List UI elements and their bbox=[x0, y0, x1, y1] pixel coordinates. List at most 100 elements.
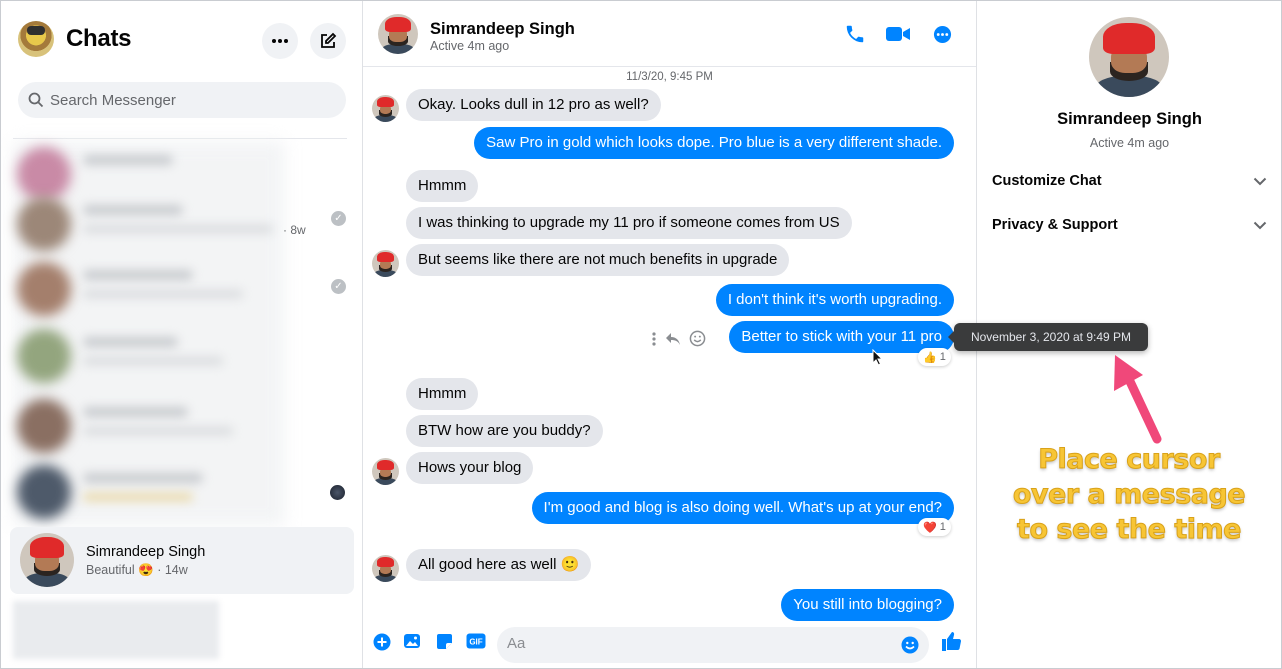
seen-avatar bbox=[330, 485, 345, 500]
message-bubble-outgoing[interactable]: Saw Pro in gold which looks dope. Pro bl… bbox=[474, 127, 954, 159]
chat-list-item-active[interactable]: Simrandeep Singh Beautiful 😍 · 14w bbox=[10, 527, 354, 594]
search-icon bbox=[28, 92, 44, 108]
reply-icon[interactable] bbox=[665, 332, 681, 346]
contact-avatar[interactable] bbox=[378, 14, 418, 54]
avatar bbox=[17, 465, 71, 519]
add-plus-icon[interactable] bbox=[373, 633, 391, 651]
message-bubble-incoming[interactable]: Okay. Looks dull in 12 pro as well? bbox=[406, 89, 661, 121]
sender-avatar bbox=[372, 250, 399, 277]
sidebar-title: Chats bbox=[66, 25, 132, 52]
sender-avatar bbox=[372, 555, 399, 582]
read-check-icon: ✓ bbox=[331, 279, 346, 294]
video-call-icon[interactable] bbox=[885, 24, 911, 44]
chat-list-item[interactable] bbox=[13, 601, 219, 659]
blurred-text bbox=[83, 225, 273, 233]
annotation-line: to see the time bbox=[1017, 514, 1242, 546]
blurred-text bbox=[83, 270, 193, 280]
message-bubble-incoming[interactable]: All good here as well 🙂 bbox=[406, 549, 592, 581]
phone-icon[interactable] bbox=[844, 23, 866, 45]
message-bubble-incoming[interactable]: Hows your blog bbox=[406, 452, 534, 484]
message-list: 11/3/20, 9:45 PM Okay. Looks dull in 12 … bbox=[363, 68, 976, 621]
thumbs-up-send-icon[interactable] bbox=[940, 630, 962, 652]
message-bubble-outgoing[interactable]: You still into blogging? bbox=[781, 589, 954, 621]
chat-list-item[interactable] bbox=[13, 256, 333, 320]
message-reaction[interactable]: 👍 1 bbox=[918, 348, 951, 366]
message-bubble-outgoing[interactable]: I'm good and blog is also doing well. Wh… bbox=[531, 492, 954, 524]
chevron-down-icon bbox=[1253, 177, 1267, 185]
contact-status: Active 4m ago bbox=[430, 39, 510, 53]
message-bubble-incoming[interactable]: Hmmm bbox=[406, 378, 479, 410]
divider bbox=[13, 138, 347, 139]
conversation-panel: Simrandeep Singh Active 4m ago 11/3/20, … bbox=[363, 1, 976, 668]
emoji-picker-icon[interactable] bbox=[901, 636, 919, 654]
privacy-support-label: Privacy & Support bbox=[992, 217, 1118, 233]
reaction-count: 1 bbox=[939, 521, 946, 533]
chat-preview: Beautiful 😍 · 14w bbox=[86, 563, 188, 578]
message-input[interactable] bbox=[507, 635, 887, 652]
compose-icon bbox=[321, 32, 337, 48]
message-time-tooltip: November 3, 2020 at 9:49 PM bbox=[948, 323, 1148, 351]
chat-time: · 14w bbox=[157, 563, 188, 577]
annotation-line: over a message bbox=[1012, 479, 1246, 511]
customize-chat-section[interactable]: Customize Chat bbox=[992, 169, 1267, 193]
message-timestamp: 11/3/20, 9:45 PM bbox=[626, 71, 713, 83]
photo-icon[interactable] bbox=[403, 633, 421, 649]
more-actions-icon[interactable] bbox=[651, 331, 657, 347]
message-reaction[interactable]: ❤️ 1 bbox=[918, 518, 951, 536]
reaction-count: 1 bbox=[939, 351, 946, 363]
avatar bbox=[17, 399, 71, 453]
react-emoji-icon[interactable] bbox=[689, 330, 706, 347]
blurred-text bbox=[83, 473, 203, 483]
blurred-text bbox=[83, 337, 178, 347]
message-bubble-incoming[interactable]: I was thinking to upgrade my 11 pro if s… bbox=[406, 207, 852, 239]
ellipsis-icon bbox=[272, 39, 288, 43]
mouse-cursor-icon bbox=[872, 349, 884, 366]
annotation-line: Place cursor bbox=[1038, 444, 1221, 476]
customize-chat-label: Customize Chat bbox=[992, 173, 1102, 189]
more-options-button[interactable] bbox=[262, 23, 298, 59]
avatar bbox=[17, 262, 71, 316]
chat-time: · 8w bbox=[283, 223, 306, 237]
contact-profile-status: Active 4m ago bbox=[1089, 136, 1170, 150]
read-check-icon: ✓ bbox=[331, 211, 346, 226]
my-profile-avatar[interactable] bbox=[18, 21, 54, 57]
sender-avatar bbox=[372, 458, 399, 485]
thumbs-up-emoji: 👍 bbox=[923, 351, 937, 364]
chat-list-item[interactable] bbox=[13, 459, 333, 523]
contact-name[interactable]: Simrandeep Singh bbox=[430, 20, 575, 39]
blurred-text bbox=[83, 205, 183, 215]
sticker-icon[interactable] bbox=[436, 633, 453, 650]
chat-list-item[interactable] bbox=[13, 323, 333, 387]
message-bubble-incoming[interactable]: Hmmm bbox=[406, 170, 479, 202]
messenger-window: Chats · 8w ✓ ✓ bbox=[0, 0, 1282, 669]
message-bubble-outgoing[interactable]: I don't think it's worth upgrading. bbox=[715, 284, 954, 316]
search-bar bbox=[18, 82, 346, 118]
avatar bbox=[20, 533, 74, 587]
blurred-text bbox=[83, 290, 243, 298]
annotation-arrow-icon bbox=[1114, 355, 1162, 444]
heart-eyes-emoji: 😍 bbox=[138, 563, 154, 577]
blurred-text bbox=[83, 357, 223, 365]
message-bubble-incoming[interactable]: BTW how are you buddy? bbox=[406, 415, 603, 447]
chat-preview-text: Beautiful bbox=[86, 563, 135, 577]
chevron-down-icon bbox=[1253, 221, 1267, 229]
avatar bbox=[17, 329, 71, 383]
chat-list-item[interactable] bbox=[13, 393, 333, 457]
privacy-support-section[interactable]: Privacy & Support bbox=[992, 213, 1267, 237]
new-message-button[interactable] bbox=[310, 23, 346, 59]
blurred-text bbox=[83, 407, 188, 417]
contact-profile-name: Simrandeep Singh bbox=[1057, 110, 1202, 128]
sender-avatar bbox=[372, 95, 399, 122]
annotation-text: Place cursor over a message to see the t… bbox=[1001, 442, 1257, 547]
gif-icon[interactable]: GIF bbox=[466, 633, 486, 649]
conversation-header: Simrandeep Singh Active 4m ago bbox=[363, 1, 976, 67]
message-bubble-incoming[interactable]: But seems like there are not much benefi… bbox=[406, 244, 790, 276]
message-bubble-outgoing[interactable]: Better to stick with your 11 pro bbox=[729, 321, 954, 353]
message-hover-actions bbox=[651, 330, 706, 347]
conversation-info-icon[interactable] bbox=[933, 25, 952, 44]
search-input[interactable] bbox=[50, 91, 320, 109]
svg-text:GIF: GIF bbox=[469, 638, 482, 647]
blurred-text bbox=[83, 427, 233, 435]
contact-profile-avatar[interactable] bbox=[1089, 17, 1169, 97]
heart-emoji: ❤️ bbox=[923, 521, 937, 534]
